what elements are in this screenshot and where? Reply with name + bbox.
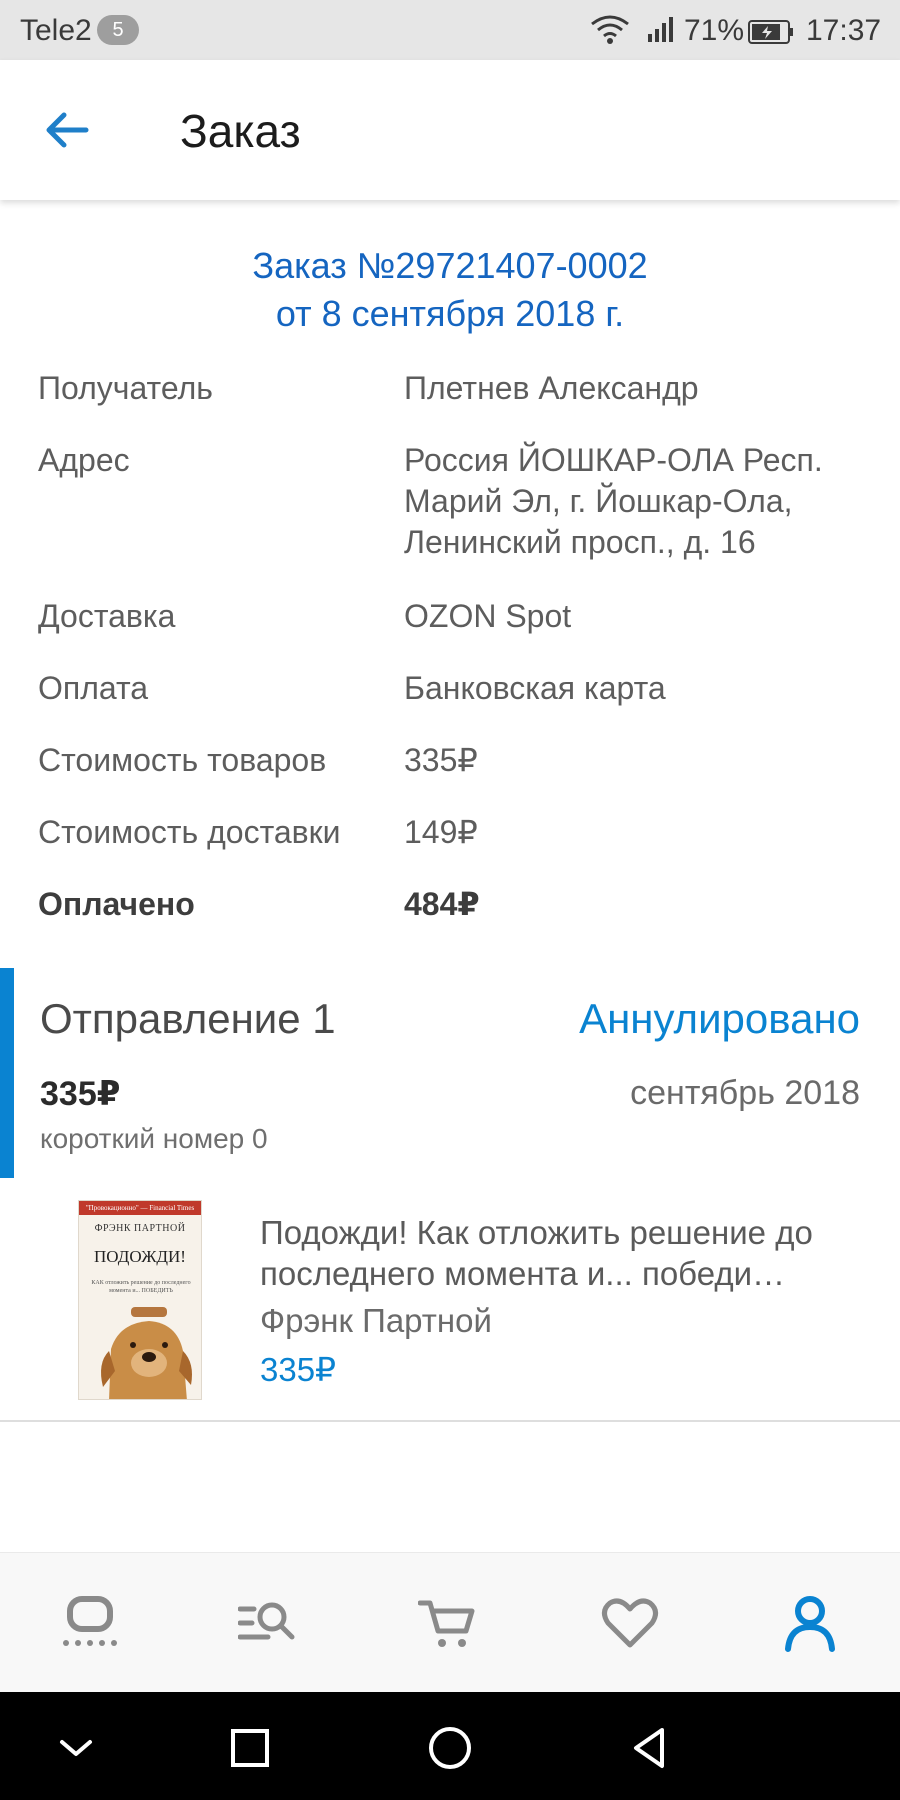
detail-label: Получатель <box>38 370 213 406</box>
nav-cart[interactable] <box>417 1593 478 1653</box>
product-cover-image[interactable]: "Провокационно" — Financial Times ФРЭНК … <box>78 1200 202 1400</box>
notification-badge: 5 <box>97 15 139 45</box>
dog-illustration <box>101 1307 192 1399</box>
triangle-back-icon <box>634 1728 664 1768</box>
order-number: Заказ №29721407-0002 <box>252 245 648 286</box>
product-author: Фрэнк Партной <box>260 1302 492 1339</box>
bottom-nav <box>0 1552 900 1692</box>
wifi-icon <box>590 14 630 54</box>
detail-label: Оплачено <box>38 886 195 922</box>
detail-value: Банковская карта <box>404 670 666 706</box>
order-date: от 8 сентября 2018 г. <box>275 293 625 334</box>
detail-value: OZON Spot <box>404 598 572 634</box>
detail-label: Стоимость доставки <box>38 814 341 850</box>
divider <box>0 1420 900 1422</box>
detail-value: 484₽ <box>404 886 480 922</box>
address-line: Ленинский просп., д. 16 <box>404 524 756 560</box>
heart-icon <box>602 1598 658 1648</box>
circle-icon <box>429 1727 471 1769</box>
ozon-home-icon <box>63 1596 117 1646</box>
back-nav-button[interactable] <box>622 1720 678 1776</box>
clock: 17:37 <box>806 14 882 47</box>
detail-label: Доставка <box>38 598 176 634</box>
system-nav-bar <box>0 1692 900 1800</box>
detail-label: Адрес <box>38 442 130 478</box>
shipment-short-number: короткий номер 0 <box>40 1123 268 1154</box>
cover-author: ФРЭНК ПАРТНОЙ <box>94 1223 186 1234</box>
shipment-price: 335₽ <box>40 1075 121 1113</box>
back-button[interactable] <box>38 102 98 158</box>
shipment-title: Отправление 1 <box>40 995 336 1042</box>
nav-favorites[interactable] <box>600 1593 660 1653</box>
detail-value: 149₽ <box>404 814 478 850</box>
nav-catalog-search[interactable] <box>237 1593 298 1653</box>
square-icon <box>231 1729 269 1767</box>
app-bar: Заказ <box>0 60 900 200</box>
status-bar: Tele2 5 71% 17:37 <box>0 0 900 60</box>
cover-top-strip: "Провокационно" — Financial Times <box>79 1201 201 1215</box>
cart-icon <box>417 1600 475 1647</box>
detail-value: Россия ЙОШКАР-ОЛА Респ. Марий Эл, г. Йош… <box>404 440 874 563</box>
battery-percent: 71% <box>684 14 745 47</box>
hide-keyboard-button[interactable] <box>48 1720 104 1776</box>
nav-profile[interactable] <box>780 1593 840 1653</box>
battery-icon <box>748 18 794 52</box>
signal-icon <box>646 14 678 52</box>
user-icon <box>785 1596 835 1652</box>
detail-value: Плетнев Александр <box>404 370 699 406</box>
detail-value: 335₽ <box>404 742 478 778</box>
shipment-accent-bar <box>0 968 14 1178</box>
carrier-name: Tele2 <box>20 14 92 47</box>
detail-label: Оплата <box>38 670 149 706</box>
address-line: Россия ЙОШКАР-ОЛА Респ. <box>404 442 823 478</box>
order-header: Заказ №29721407-0002 от 8 сентября 2018 … <box>0 242 900 338</box>
cover-title: ПОДОЖДИ! <box>94 1247 186 1266</box>
catalog-search-icon <box>237 1602 295 1640</box>
chevron-down-icon <box>60 1740 92 1756</box>
address-line: Марий Эл, г. Йошкар-Ола, <box>404 483 793 519</box>
cover-subtitle: КАК отложить решение до последнего момен… <box>91 1280 191 1294</box>
nav-home[interactable] <box>60 1593 120 1653</box>
recents-button[interactable] <box>222 1720 278 1776</box>
product-price: 335₽ <box>260 1351 337 1388</box>
detail-label: Стоимость товаров <box>38 742 327 778</box>
shipment-status: Аннулировано <box>579 995 860 1042</box>
arrow-left-icon <box>46 112 89 148</box>
page-title: Заказ <box>180 105 301 157</box>
home-button[interactable] <box>422 1720 478 1776</box>
product-name[interactable]: Подожди! Как отложить решение до последн… <box>260 1212 870 1294</box>
shipment-date: сентябрь 2018 <box>630 1074 860 1112</box>
